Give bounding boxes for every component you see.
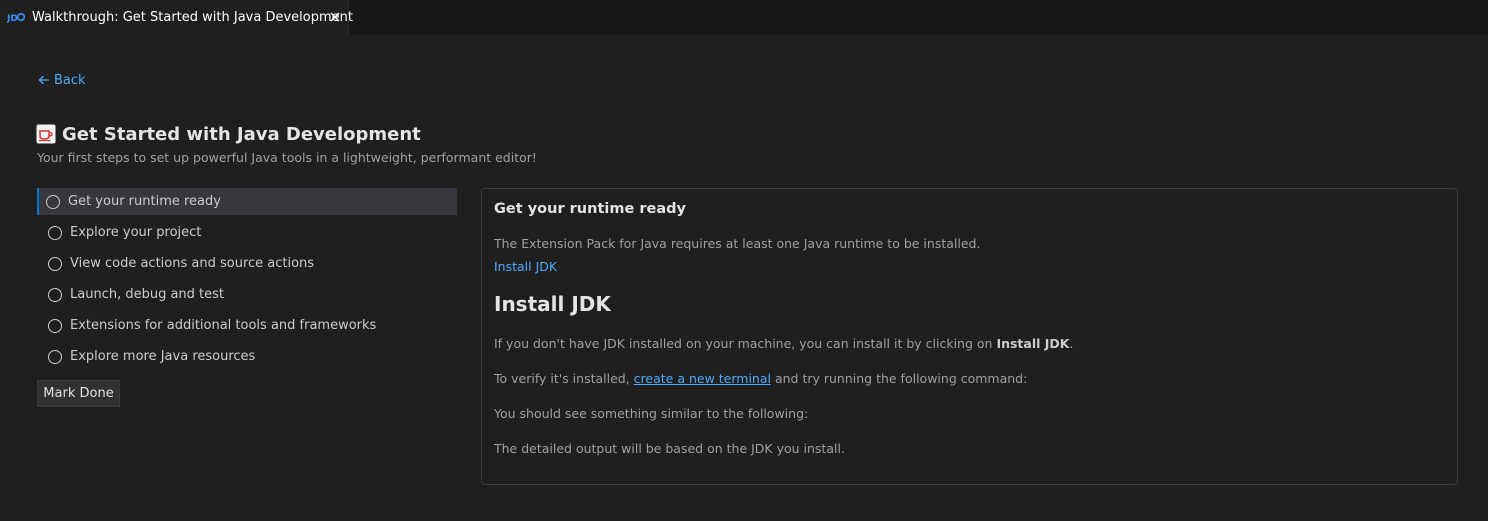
step-circle-icon xyxy=(46,194,60,209)
arrow-left-icon xyxy=(38,75,49,85)
step-label: Extensions for additional tools and fram… xyxy=(70,318,377,333)
step-explore-project[interactable]: Explore your project xyxy=(37,219,457,246)
step-list: Get your runtime ready Explore your proj… xyxy=(37,188,457,374)
page-title: Get Started with Java Development xyxy=(62,123,421,145)
page-subtitle: Your first steps to set up powerful Java… xyxy=(37,150,537,165)
back-label: Back xyxy=(54,72,86,88)
para-text: and try running the following command: xyxy=(770,371,1028,386)
install-jdk-link[interactable]: Install JDK xyxy=(494,259,557,274)
detail-title: Get your runtime ready xyxy=(494,201,686,217)
editor-tab-bar: JD Walkthrough: Get Started with Java De… xyxy=(0,0,1488,35)
step-detail-panel: Get your runtime ready The Extension Pac… xyxy=(481,188,1458,485)
detail-description: The Extension Pack for Java requires at … xyxy=(494,236,981,251)
markdown-paragraph-detail: The detailed output will be based on the… xyxy=(494,441,845,456)
step-label: Explore more Java resources xyxy=(70,349,256,364)
step-circle-icon xyxy=(48,256,62,271)
para-bold-text: Install JDK xyxy=(996,336,1070,351)
walkthrough-tab[interactable]: JD Walkthrough: Get Started with Java De… xyxy=(0,0,353,35)
create-terminal-link[interactable]: create a new terminal xyxy=(634,371,771,386)
markdown-paragraph-install: If you don't have JDK installed on your … xyxy=(494,336,1073,351)
para-text: . xyxy=(1069,336,1074,351)
mark-done-button[interactable]: Mark Done xyxy=(37,380,120,407)
para-text: To verify it's installed, xyxy=(494,371,634,386)
step-circle-icon xyxy=(48,349,62,364)
step-label: Launch, debug and test xyxy=(70,287,225,302)
tab-title: Walkthrough: Get Started with Java Devel… xyxy=(32,10,353,25)
walkthrough-header: Get Started with Java Development xyxy=(36,122,421,146)
coffee-cup-icon xyxy=(36,124,56,144)
close-icon[interactable] xyxy=(328,10,342,24)
step-runtime-ready[interactable]: Get your runtime ready xyxy=(37,188,457,215)
step-label: View code actions and source actions xyxy=(70,256,315,271)
back-link[interactable]: Back xyxy=(37,71,86,89)
step-label: Explore your project xyxy=(70,225,202,240)
step-circle-icon xyxy=(48,287,62,302)
svg-text:JD: JD xyxy=(7,14,18,23)
markdown-paragraph-output: You should see something similar to the … xyxy=(494,406,809,421)
step-circle-icon xyxy=(48,318,62,333)
step-extensions[interactable]: Extensions for additional tools and fram… xyxy=(37,312,457,339)
markdown-heading: Install JDK xyxy=(494,292,611,316)
step-launch-debug-test[interactable]: Launch, debug and test xyxy=(37,281,457,308)
step-label: Get your runtime ready xyxy=(68,194,221,209)
java-walkthrough-icon: JD xyxy=(7,12,25,23)
para-text: If you don't have JDK installed on your … xyxy=(494,336,997,351)
step-code-actions[interactable]: View code actions and source actions xyxy=(37,250,457,277)
markdown-paragraph-verify: To verify it's installed, create a new t… xyxy=(494,371,1027,386)
step-java-resources[interactable]: Explore more Java resources xyxy=(37,343,457,370)
step-circle-icon xyxy=(48,225,62,240)
